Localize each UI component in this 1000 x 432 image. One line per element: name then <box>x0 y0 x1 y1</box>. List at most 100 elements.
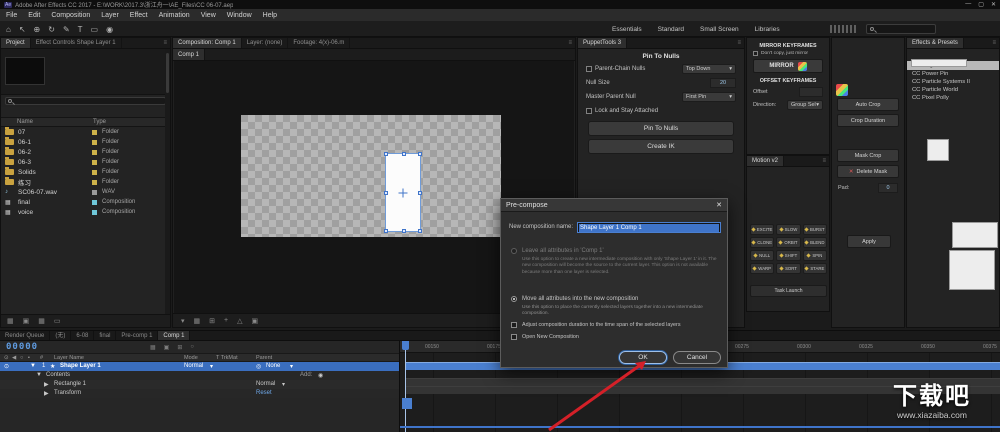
timeline-comp-tab[interactable]: Pre-comp 1 <box>116 331 159 340</box>
motion-button-warp[interactable]: WARP <box>750 263 775 274</box>
safe-zones-icon[interactable]: △ <box>237 317 242 325</box>
selection-handle[interactable] <box>402 152 406 156</box>
magnification-dropdown-icon[interactable]: ▾ <box>181 317 185 325</box>
transform-reset-link[interactable]: Reset <box>256 390 272 396</box>
effect-item[interactable]: CC Pixel Polly <box>907 94 999 102</box>
tab-puppet-tools[interactable]: PuppetTools 3 <box>578 38 628 48</box>
help-search-input[interactable] <box>866 24 936 34</box>
adjust-duration-checkbox[interactable] <box>511 322 517 328</box>
group-blend-mode-dropdown[interactable]: Normal <box>256 381 275 387</box>
motion-button-excite[interactable]: EXCITE <box>750 224 775 235</box>
workspace-standard[interactable]: Standard <box>658 26 684 33</box>
project-row[interactable]: 06-3 Folder <box>1 157 170 167</box>
selection-handle[interactable] <box>384 152 388 156</box>
menu-animation[interactable]: Animation <box>159 12 190 19</box>
motion-button-sort[interactable]: SORT <box>776 263 801 274</box>
motion-button-burst[interactable]: BURST <box>802 224 827 235</box>
direction-dropdown[interactable]: Group Sel ▾ <box>787 100 823 110</box>
master-parent-dropdown[interactable]: First Pin ▾ <box>682 92 736 102</box>
effect-item[interactable]: CC Power Pin <box>907 70 999 78</box>
dont-copy-checkbox[interactable] <box>753 51 758 56</box>
selected-shape[interactable] <box>384 152 422 233</box>
lock-checkbox[interactable] <box>586 108 592 114</box>
motion-button-clone[interactable]: CLONE <box>750 237 775 248</box>
new-composition-icon[interactable]: ▦ <box>38 317 45 325</box>
project-row[interactable]: Solids Folder <box>1 167 170 177</box>
snapshot-icon[interactable]: ▣ <box>252 317 259 325</box>
delete-icon[interactable]: ▭ <box>54 317 61 325</box>
time-navigator-handle[interactable] <box>402 398 412 409</box>
column-type[interactable]: Type <box>93 119 106 125</box>
null-size-input[interactable]: 20 <box>710 78 736 88</box>
transform-row[interactable]: ▶ Transform Reset <box>0 389 399 398</box>
type-tool-icon[interactable]: T <box>78 25 83 34</box>
timeline-horizontal-scrollbar[interactable] <box>400 426 1000 428</box>
apply-button[interactable]: Apply <box>847 235 891 248</box>
label-chip[interactable] <box>92 169 97 175</box>
task-launch-button[interactable]: Task Launch <box>750 285 827 297</box>
label-chip[interactable] <box>92 139 97 145</box>
motion-button-null[interactable]: NULL <box>750 250 775 261</box>
timeline-comp-tab-active[interactable]: Comp 1 <box>158 331 191 340</box>
tab-project[interactable]: Project <box>1 38 31 48</box>
minimize-button[interactable]: — <box>965 1 971 8</box>
menu-effect[interactable]: Effect <box>130 12 148 19</box>
selection-handle[interactable] <box>418 229 422 233</box>
parent-pickwhip-icon[interactable]: ◎ <box>256 363 261 370</box>
label-chip[interactable] <box>92 159 97 165</box>
project-row[interactable]: 练习 Folder <box>1 177 170 187</box>
panel-menu-icon[interactable]: ≡ <box>160 38 170 48</box>
column-trkmat[interactable]: T TrkMat <box>216 355 238 361</box>
current-time-indicator-handle[interactable] <box>402 341 409 350</box>
panel-menu-icon[interactable]: ≡ <box>565 38 575 48</box>
twirl-icon[interactable]: ▼ <box>30 363 36 369</box>
selection-handle[interactable] <box>402 229 406 233</box>
layer-row-shape-layer-1[interactable]: ⊙ ▼ 1 ★ Shape Layer 1 Normal ▾ ◎ None ▾ <box>0 362 399 371</box>
motion-blur-icon[interactable]: ○ <box>190 344 194 351</box>
menu-edit[interactable]: Edit <box>28 12 40 19</box>
tab-composition[interactable]: Composition: Comp 1 <box>173 38 242 48</box>
menu-layer[interactable]: Layer <box>101 12 119 19</box>
puppet-tool-icon[interactable]: ◉ <box>106 25 113 34</box>
workspace-bars-icon[interactable] <box>830 25 856 33</box>
selection-tool-icon[interactable]: ↖ <box>19 25 26 34</box>
panel-menu-icon[interactable]: ≡ <box>734 38 744 48</box>
offset-input[interactable] <box>799 87 823 97</box>
label-chip[interactable] <box>92 189 97 195</box>
selection-handle[interactable] <box>384 229 388 233</box>
label-chip[interactable] <box>92 199 97 205</box>
tab-footage[interactable]: Footage: 4(x)-06.m <box>288 38 351 48</box>
twirl-icon[interactable]: ▼ <box>36 372 42 378</box>
project-row[interactable]: ▦ final Composition <box>1 197 170 207</box>
menu-view[interactable]: View <box>201 12 216 19</box>
leave-attributes-radio[interactable] <box>511 248 517 254</box>
motion-button-slow[interactable]: SLOW <box>776 224 801 235</box>
create-ik-button[interactable]: Create IK <box>588 139 734 154</box>
pen-tool-icon[interactable]: ✎ <box>63 25 70 34</box>
label-chip[interactable] <box>92 209 97 215</box>
project-scrollbar[interactable] <box>165 49 170 314</box>
delete-mask-button[interactable]: ✕ Delete Mask <box>837 165 899 178</box>
timeline-comp-tab[interactable]: final <box>94 331 117 340</box>
pin-to-nulls-button[interactable]: Pin To Nulls <box>588 121 734 136</box>
menu-composition[interactable]: Composition <box>51 12 90 19</box>
column-parent[interactable]: Parent <box>256 355 272 361</box>
mirror-button[interactable]: MIRROR <box>753 59 823 73</box>
pad-input[interactable]: 0 <box>878 183 898 193</box>
twirl-icon[interactable]: ▶ <box>44 381 49 388</box>
blend-mode-dropdown[interactable]: Normal <box>184 363 203 369</box>
project-row[interactable]: ♪ SC06-07.wav WAV <box>1 187 170 197</box>
parent-chain-checkbox[interactable] <box>586 66 592 72</box>
rectangle-tool-icon[interactable]: ▭ <box>91 25 99 34</box>
layer-name[interactable]: Shape Layer 1 <box>60 363 101 369</box>
choose-grid-icon[interactable]: ▦ <box>194 317 201 325</box>
cancel-button[interactable]: Cancel <box>673 351 721 364</box>
tab-render-queue[interactable]: Render Queue <box>0 331 51 340</box>
selection-handle[interactable] <box>384 191 388 195</box>
menu-window[interactable]: Window <box>227 12 252 19</box>
menu-help[interactable]: Help <box>263 12 277 19</box>
label-chip[interactable] <box>92 179 97 185</box>
motion-button-spin[interactable]: SPIN <box>802 250 827 261</box>
current-time-field[interactable]: 00000 <box>6 342 38 352</box>
comp-tab[interactable]: Comp 1 <box>173 49 206 60</box>
